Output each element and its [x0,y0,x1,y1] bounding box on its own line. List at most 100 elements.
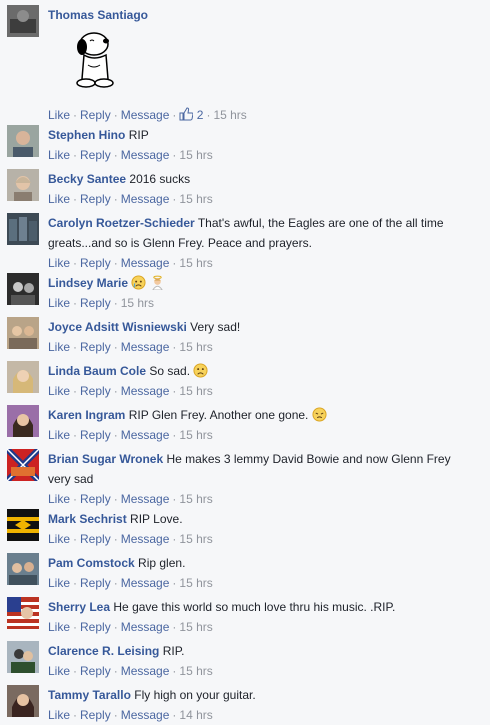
reply-link[interactable]: Reply [80,428,111,442]
comment-author[interactable]: Becky Santee [48,172,126,186]
comment-author[interactable]: Joyce Adsitt Wisniewski [48,320,187,334]
comment-time[interactable]: 15 hrs [179,384,212,398]
comment-author[interactable]: Linda Baum Cole [48,364,146,378]
comment-author[interactable]: Pam Comstock [48,556,135,570]
message-link[interactable]: Message [121,340,170,354]
reply-link[interactable]: Reply [80,256,111,270]
like-link[interactable]: Like [48,296,70,310]
comment-text: 2016 sucks [129,172,191,186]
like-link[interactable]: Like [48,708,70,722]
like-count[interactable]: 2 [197,108,204,122]
message-link[interactable]: Message [121,664,170,678]
avatar[interactable] [7,213,39,245]
like-link[interactable]: Like [48,428,70,442]
comment-time[interactable]: 15 hrs [179,492,212,506]
frowning-face-icon [193,363,208,378]
comment-time[interactable]: 15 hrs [179,576,212,590]
reply-link[interactable]: Reply [80,576,111,590]
avatar[interactable] [7,317,39,349]
comment-author[interactable]: Stephen Hino [48,128,125,142]
message-link[interactable]: Message [121,620,170,634]
comment-text: Very sad! [190,320,241,334]
avatar[interactable] [7,685,39,717]
comment-text: RIP Glen Frey. Another one gone. [128,408,309,422]
avatar[interactable] [7,361,39,393]
avatar[interactable] [7,449,39,481]
avatar[interactable] [7,553,39,585]
message-link[interactable]: Message [121,108,170,122]
comment-time[interactable]: 15 hrs [179,664,212,678]
reply-link[interactable]: Reply [80,108,111,122]
comment-actions: Like · Reply · Message · 15 hrs [48,340,213,354]
reply-link[interactable]: Reply [80,620,111,634]
comment-author[interactable]: Carolyn Roetzer-Schieder [48,216,195,230]
avatar[interactable] [7,5,39,37]
crying-face-icon [131,275,146,290]
like-link[interactable]: Like [48,620,70,634]
like-link[interactable]: Like [48,492,70,506]
comment-time[interactable]: 15 hrs [179,428,212,442]
message-link[interactable]: Message [121,384,170,398]
comment-author[interactable]: Lindsey Marie [48,276,128,290]
comment-actions: Like · Reply · 15 hrs [48,296,155,310]
avatar[interactable] [7,597,39,629]
like-link[interactable]: Like [48,148,70,162]
message-link[interactable]: Message [121,576,170,590]
comment-author[interactable]: Mark Sechrist [48,512,127,526]
comment-author[interactable]: Clarence R. Leising [48,644,159,658]
thumbs-up-icon[interactable] [179,107,194,121]
comment-author[interactable]: Thomas Santiago [48,8,148,22]
comment-time[interactable]: 15 hrs [179,620,212,634]
like-link[interactable]: Like [48,108,70,122]
reply-link[interactable]: Reply [80,192,111,206]
comment-text: RIP [128,128,149,142]
message-link[interactable]: Message [121,492,170,506]
comment-time[interactable]: 14 hrs [179,708,212,722]
comment-time[interactable]: 15 hrs [179,192,212,206]
avatar[interactable] [7,641,39,673]
comment-time[interactable]: 15 hrs [213,108,246,122]
reply-link[interactable]: Reply [80,296,111,310]
comment-text: Rip glen. [138,556,186,570]
message-link[interactable]: Message [121,708,170,722]
like-link[interactable]: Like [48,664,70,678]
comment-author[interactable]: Karen Ingram [48,408,125,422]
comment-time[interactable]: 15 hrs [179,532,212,546]
like-link[interactable]: Like [48,256,70,270]
comment-time[interactable]: 15 hrs [121,296,154,310]
comment-author[interactable]: Brian Sugar Wronek [48,452,163,466]
message-link[interactable]: Message [121,192,170,206]
comment-author[interactable]: Sherry Lea [48,600,110,614]
like-link[interactable]: Like [48,384,70,398]
reply-link[interactable]: Reply [80,148,111,162]
message-link[interactable]: Message [121,148,170,162]
reply-link[interactable]: Reply [80,492,111,506]
reply-link[interactable]: Reply [80,664,111,678]
avatar[interactable] [7,273,39,305]
reply-link[interactable]: Reply [80,532,111,546]
like-link[interactable]: Like [48,340,70,354]
like-link[interactable]: Like [48,192,70,206]
like-link[interactable]: Like [48,532,70,546]
comment-time[interactable]: 15 hrs [179,340,212,354]
avatar[interactable] [7,125,39,157]
sad-face-icon [312,407,327,422]
reply-link[interactable]: Reply [80,708,111,722]
comment-text: He gave this world so much love thru his… [113,600,396,614]
like-link[interactable]: Like [48,576,70,590]
avatar[interactable] [7,405,39,437]
comment-actions: Like · Reply · Message · 15 hrs [48,664,213,678]
comment-time[interactable]: 15 hrs [179,148,212,162]
reply-link[interactable]: Reply [80,340,111,354]
comment-text: So sad. [149,364,191,378]
avatar[interactable] [7,169,39,201]
comment-author[interactable]: Tammy Tarallo [48,688,131,702]
comment-actions: Like · Reply · Message · 15 hrs [48,492,213,506]
message-link[interactable]: Message [121,428,170,442]
comment-time[interactable]: 15 hrs [179,256,212,270]
message-link[interactable]: Message [121,532,170,546]
angel-icon [151,275,163,290]
message-link[interactable]: Message [121,256,170,270]
avatar[interactable] [7,509,39,541]
reply-link[interactable]: Reply [80,384,111,398]
